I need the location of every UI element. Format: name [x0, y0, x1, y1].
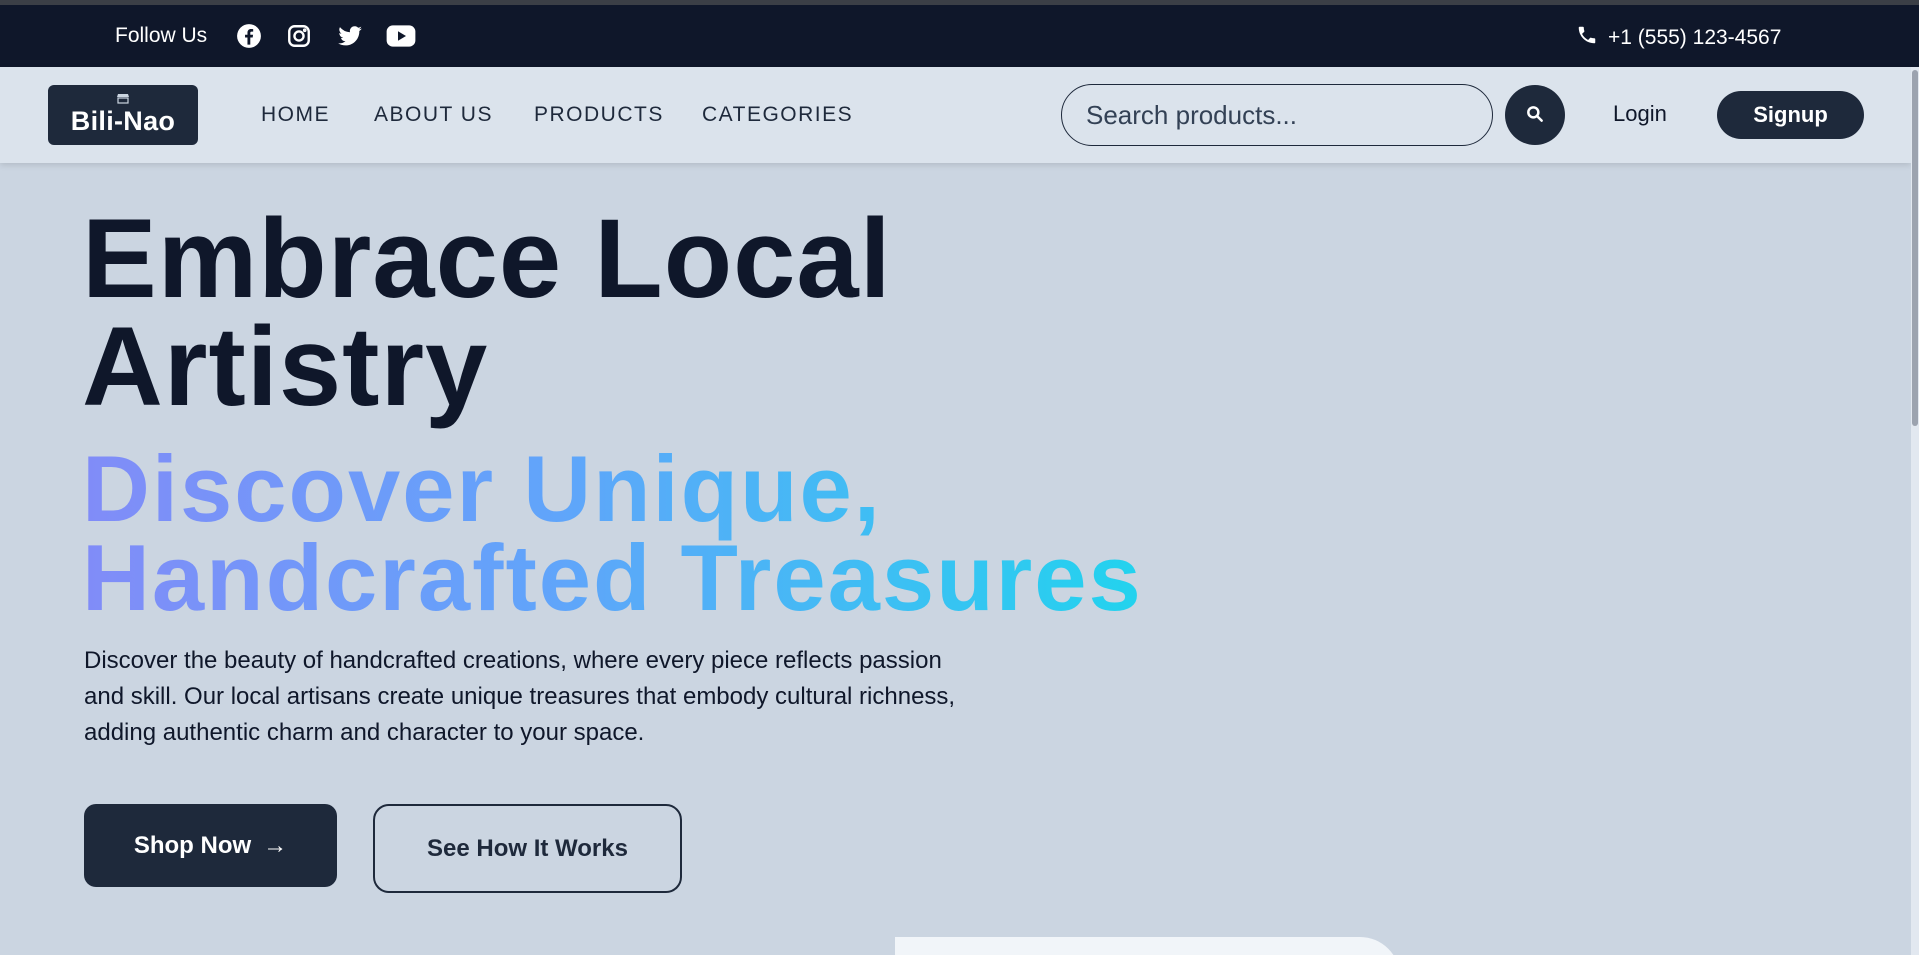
hero-title-line-1: Embrace Local	[82, 196, 892, 321]
shop-now-label: Shop Now	[133, 831, 252, 859]
shop-now-button[interactable]: Shop Now →	[84, 804, 337, 887]
scrollbar-thumb[interactable]	[1912, 70, 1918, 426]
nav-about-us[interactable]: ABOUT US	[374, 103, 493, 127]
nav-products[interactable]: PRODUCTS	[534, 103, 664, 127]
nav-categories[interactable]: CATEGORIES	[702, 103, 853, 127]
main-navbar: Bili-Nao HOME ABOUT US PRODUCTS CATEGORI…	[0, 67, 1911, 163]
phone-number: +1 (555) 123-4567	[1608, 26, 1782, 49]
arrow-right-icon: →	[263, 831, 288, 859]
hero-description: Discover the beauty of handcrafted creat…	[84, 647, 956, 746]
youtube-icon[interactable]	[386, 21, 416, 51]
hero-card-preview	[895, 937, 1400, 955]
signup-button[interactable]: Signup	[1717, 91, 1864, 139]
see-how-it-works-button[interactable]: See How It Works	[373, 804, 682, 893]
hero-title: Embrace Local Artistry	[82, 203, 892, 423]
follow-us-label: Follow Us	[115, 24, 208, 47]
shop-icon	[116, 93, 130, 106]
hero-subtitle: Discover Unique, Handcrafted Treasures	[82, 444, 1143, 622]
twitter-icon[interactable]	[335, 21, 365, 51]
search-button[interactable]	[1505, 85, 1565, 145]
phone-icon	[1576, 24, 1598, 52]
brand-name: Bili-Nao	[70, 105, 176, 136]
nav-home[interactable]: HOME	[261, 103, 330, 127]
hero-subtitle-line-2: Handcrafted Treasures	[82, 525, 1143, 630]
phone-contact[interactable]: +1 (555) 123-4567	[1576, 24, 1781, 52]
facebook-icon[interactable]	[234, 21, 264, 51]
top-bar: Follow Us +1 (555) 123-4567	[0, 5, 1919, 67]
login-link[interactable]: Login	[1613, 101, 1667, 127]
brand-logo[interactable]: Bili-Nao	[48, 85, 198, 145]
hero-title-line-2: Artistry	[82, 304, 489, 429]
search-input[interactable]	[1061, 84, 1493, 146]
instagram-icon[interactable]	[284, 21, 314, 51]
search-icon	[1525, 104, 1545, 127]
